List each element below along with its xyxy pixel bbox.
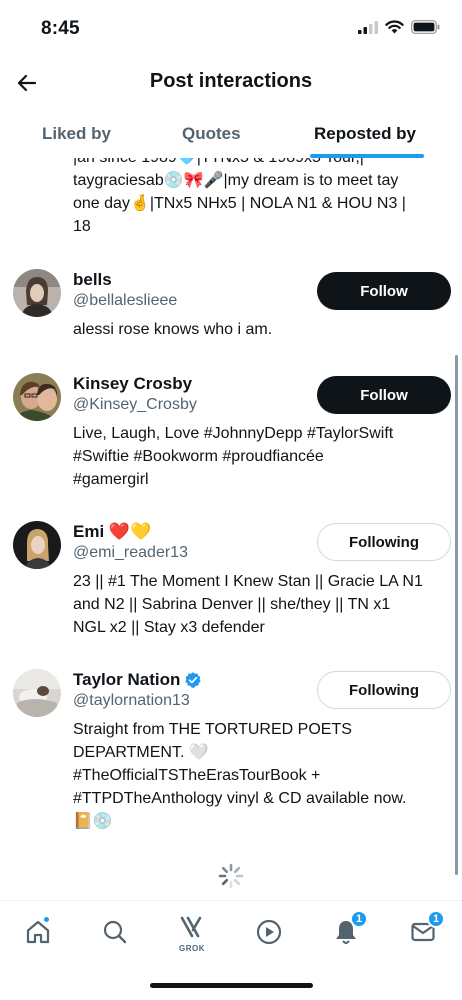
following-button[interactable]: Following: [317, 523, 451, 561]
user-cell-emi[interactable]: Emi ❤️💛 @emi_reader13 23 || #1 The Momen…: [0, 518, 462, 643]
home-indicator[interactable]: [150, 983, 313, 988]
user-name: Kinsey Crosby: [73, 374, 193, 393]
notifications-badge: 1: [350, 910, 368, 928]
bio-line: 📔💿: [73, 813, 113, 830]
bio-line: and N2 || Sabrina Denver || she/they || …: [73, 596, 391, 613]
bio-line: #TheOfficialTSTheErasTourBook +: [73, 767, 321, 784]
bio-line: DEPARTMENT. 🤍: [73, 744, 209, 761]
bio-line: NGL x2 || Stay x3 defender: [73, 619, 265, 636]
wifi-icon: [385, 20, 404, 34]
tab-liked-by[interactable]: Liked by: [42, 124, 111, 144]
bio-line: 23 || #1 The Moment I Knew Stan || Graci…: [73, 573, 423, 590]
bio-line: 18: [73, 218, 91, 235]
status-icons: [358, 20, 440, 34]
avatar[interactable]: [13, 521, 61, 569]
user-bio: 23 || #1 The Moment I Knew Stan || Graci…: [73, 570, 445, 639]
user-bio: alessi rose knows who i am.: [73, 318, 445, 341]
home-notification-dot: [42, 915, 51, 924]
search-icon: [103, 920, 127, 944]
bio-line: taygraciesab💿🎀🎤|my dream is to meet tay: [73, 172, 399, 189]
play-icon: [256, 919, 282, 945]
status-bar: 8:45: [0, 0, 462, 58]
status-time: 8:45: [41, 18, 80, 39]
user-cell-kinsey-crosby[interactable]: Kinsey Crosby @Kinsey_Crosby Live, Laugh…: [0, 370, 462, 495]
user-handle: @Kinsey_Crosby: [73, 396, 197, 413]
user-list: |an since 1989🩵|TTNx5 & 1989x5 Tour,| ta…: [0, 158, 462, 900]
user-cell-bells[interactable]: bells @bellaleslieee alessi rose knows w…: [0, 266, 462, 344]
scrollbar[interactable]: [455, 355, 458, 875]
nav-video[interactable]: [249, 914, 289, 950]
user-name: Taylor Nation: [73, 670, 181, 689]
header: Post interactions: [0, 58, 462, 108]
grok-label: GROK: [179, 944, 205, 953]
user-handle: @bellaleslieee: [73, 292, 178, 309]
bio-line: |an since 1989🩵|TTNx5 & 1989x5 Tour,|: [73, 158, 443, 169]
bio-line: alessi rose knows who i am.: [73, 321, 273, 338]
page-title: Post interactions: [149, 70, 313, 92]
nav-search[interactable]: [95, 914, 135, 950]
partial-user-bio: |an since 1989🩵|TTNx5 & 1989x5 Tour,| ta…: [73, 158, 443, 238]
following-button[interactable]: Following: [317, 671, 451, 709]
verified-badge-icon: [185, 672, 202, 688]
bio-line: #TTPDTheAnthology vinyl & CD available n…: [73, 790, 407, 807]
avatar[interactable]: [13, 269, 61, 317]
user-handle: @taylornation13: [73, 692, 190, 709]
user-name-with-badge: Taylor Nation: [73, 670, 202, 690]
avatar[interactable]: [13, 669, 61, 717]
battery-icon: [411, 20, 440, 34]
follow-button[interactable]: Follow: [317, 376, 451, 414]
user-name: bells: [73, 270, 112, 289]
bio-line: #gamergirl: [73, 471, 149, 488]
user-name: Emi ❤️💛: [73, 522, 152, 541]
bio-line: one day🤞|TNx5 NHx5 | NOLA N1 & HOU N3 |: [73, 195, 406, 212]
nav-home[interactable]: [18, 914, 58, 950]
grok-icon: [180, 916, 202, 938]
tab-reposted-by[interactable]: Reposted by: [314, 124, 416, 144]
nav-grok[interactable]: GROK: [172, 914, 212, 953]
bio-line: #Swiftie #Bookworm #proudfiancée: [73, 448, 324, 465]
nav-messages[interactable]: 1: [403, 910, 445, 950]
bio-line: Live, Laugh, Love #JohnnyDepp #TaylorSwi…: [73, 425, 394, 442]
tab-quotes[interactable]: Quotes: [182, 124, 241, 144]
user-cell-taylor-nation[interactable]: Taylor Nation @taylornation13 Straight f…: [0, 666, 462, 836]
bio-line: Straight from THE TORTURED POETS: [73, 721, 352, 738]
user-handle: @emi_reader13: [73, 544, 188, 561]
loading-spinner-icon: [218, 863, 244, 889]
user-bio: Straight from THE TORTURED POETS DEPARTM…: [73, 718, 445, 833]
tab-bar: Liked by Quotes Reposted by: [0, 110, 462, 160]
nav-notifications[interactable]: 1: [326, 910, 368, 950]
avatar[interactable]: [13, 373, 61, 421]
follow-button[interactable]: Follow: [317, 272, 451, 310]
cellular-signal-icon: [358, 20, 378, 34]
user-bio: Live, Laugh, Love #JohnnyDepp #TaylorSwi…: [73, 422, 445, 491]
messages-badge: 1: [427, 910, 445, 928]
